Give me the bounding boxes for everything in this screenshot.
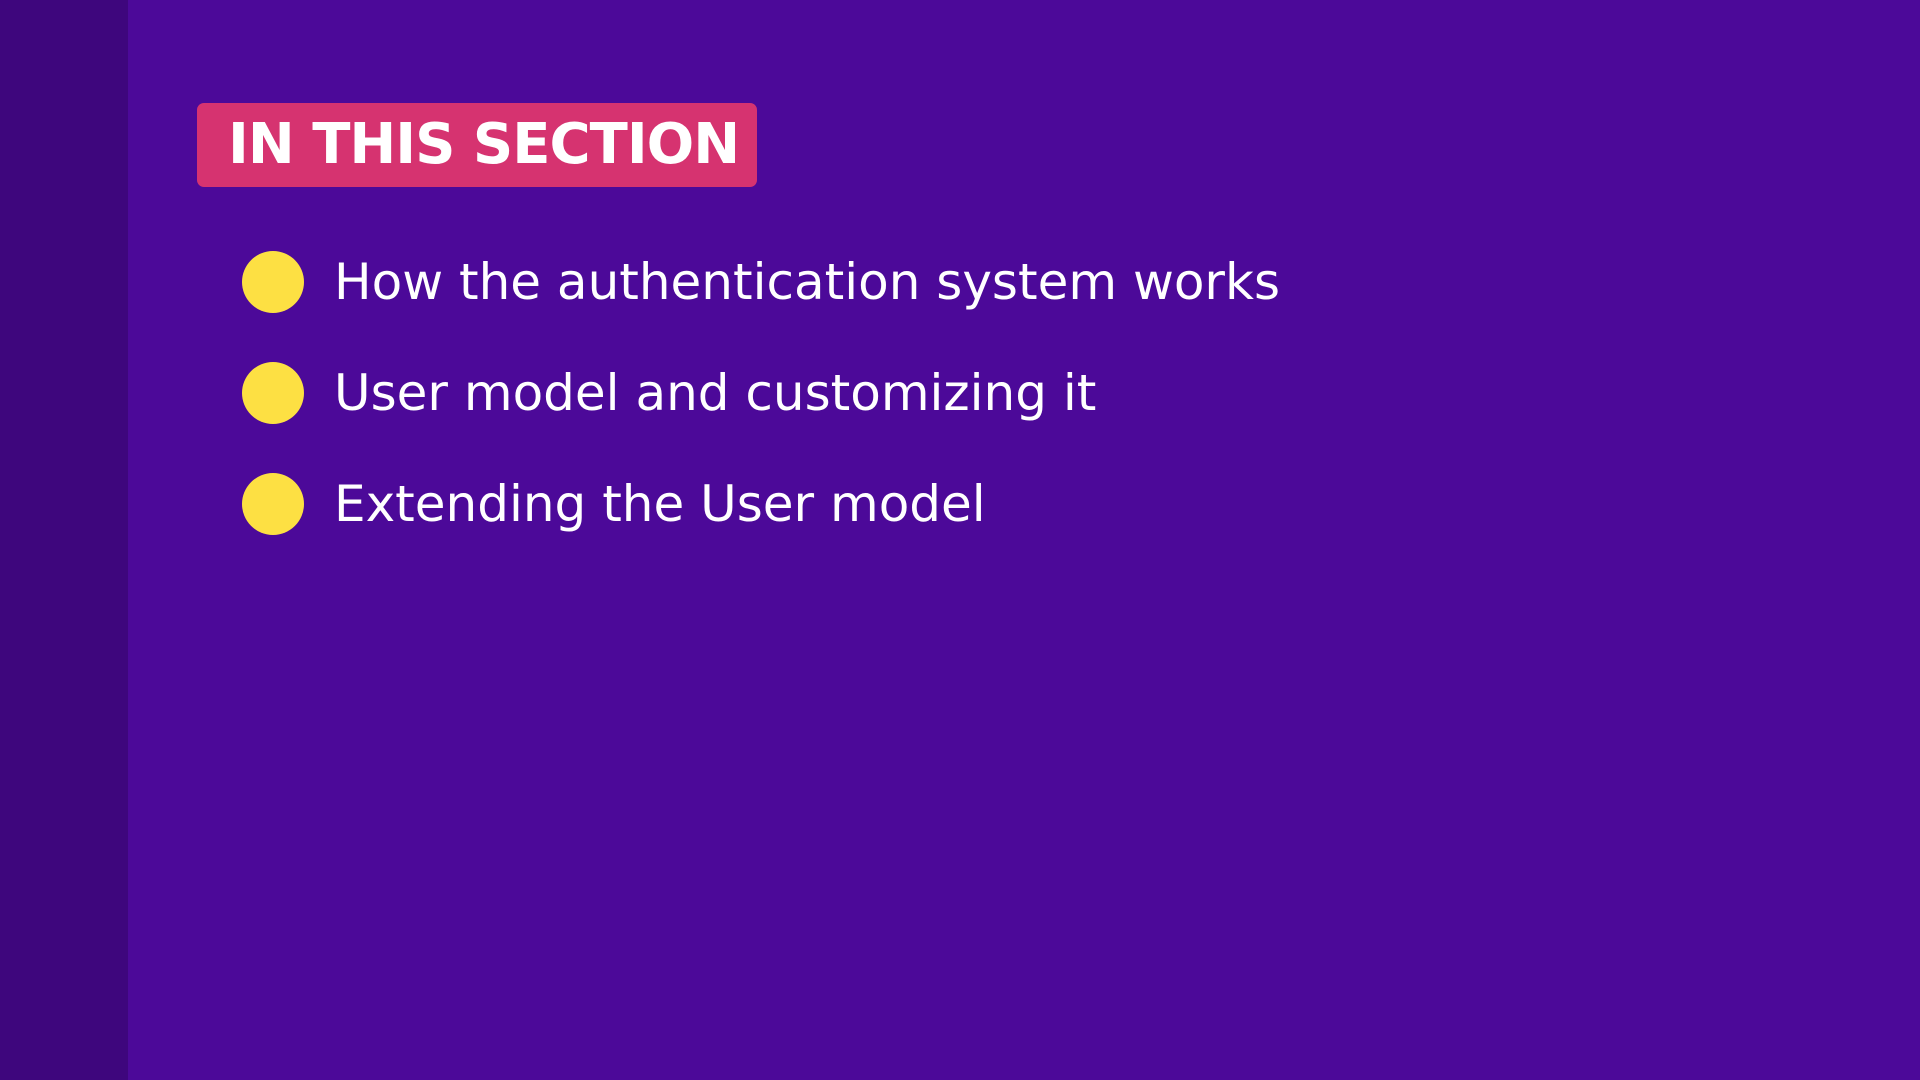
left-side-strip <box>0 0 128 1080</box>
bullet-text: Extending the User model <box>334 475 986 533</box>
list-item: User model and customizing it <box>242 362 1280 424</box>
section-heading-badge: IN THIS SECTION <box>197 103 757 187</box>
bullet-dot-icon <box>242 251 304 313</box>
bullet-text: User model and customizing it <box>334 364 1097 422</box>
list-item: Extending the User model <box>242 473 1280 535</box>
list-item: How the authentication system works <box>242 251 1280 313</box>
bullet-list: How the authentication system works User… <box>242 251 1280 584</box>
bullet-dot-icon <box>242 473 304 535</box>
section-heading: IN THIS SECTION <box>228 112 740 177</box>
bullet-dot-icon <box>242 362 304 424</box>
bullet-text: How the authentication system works <box>334 253 1280 311</box>
